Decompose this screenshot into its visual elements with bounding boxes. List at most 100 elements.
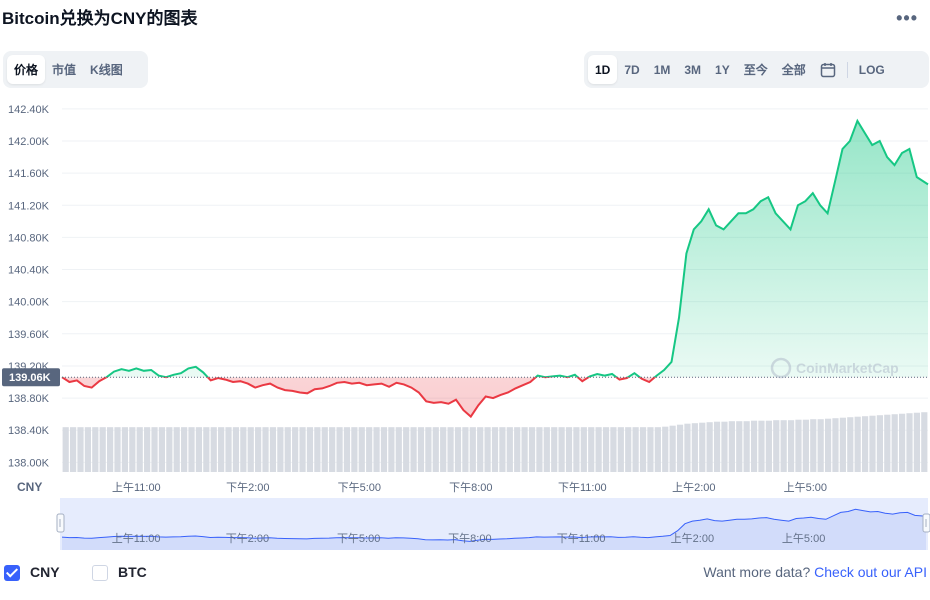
volume-bar bbox=[292, 427, 299, 472]
watermark-text: CoinMarketCap bbox=[796, 360, 899, 376]
volume-bar bbox=[417, 427, 425, 472]
price-chart[interactable]: 142.40K 142.00K 141.60K 141.20K 140.80K 140.4… bbox=[0, 96, 930, 496]
volume-bar bbox=[595, 427, 602, 472]
volume-bar bbox=[432, 427, 439, 472]
navigator-tick-label: 下午2:00 bbox=[226, 532, 269, 545]
volume-bar bbox=[188, 427, 195, 472]
volume-bar bbox=[728, 421, 735, 472]
range-3m[interactable]: 3M bbox=[677, 55, 708, 84]
volume-bar bbox=[765, 420, 772, 472]
volume-bar bbox=[617, 427, 624, 472]
y-axis-label: CNY bbox=[17, 480, 42, 494]
volume-bar bbox=[284, 427, 291, 472]
chart-footer: CNY BTC Want more data? Check out our AP… bbox=[0, 560, 930, 588]
volume-bar bbox=[543, 427, 550, 472]
volume-bar bbox=[921, 412, 928, 472]
volume-bar bbox=[210, 427, 217, 472]
volume-bar bbox=[203, 427, 210, 472]
range-ytd[interactable]: 至今 bbox=[737, 55, 775, 84]
log-toggle[interactable]: LOG bbox=[852, 55, 892, 84]
volume-bar bbox=[625, 427, 632, 472]
volume-bar bbox=[588, 427, 595, 472]
range-all[interactable]: 全部 bbox=[775, 55, 813, 84]
volume-bar bbox=[336, 427, 343, 472]
volume-bar bbox=[410, 427, 417, 472]
volume-bar bbox=[173, 427, 180, 472]
calendar-icon[interactable] bbox=[813, 55, 843, 84]
volume-bar bbox=[62, 427, 69, 472]
y-tick-label: 140.40K bbox=[8, 265, 50, 277]
volume-bar bbox=[181, 427, 188, 472]
api-link[interactable]: Check out our API bbox=[814, 564, 927, 580]
volume-bar bbox=[351, 427, 358, 472]
volume-bar bbox=[395, 427, 402, 472]
range-1d[interactable]: 1D bbox=[588, 55, 618, 84]
volume-bar bbox=[240, 427, 247, 472]
baseline-label: 139.06K bbox=[9, 372, 51, 384]
tab-candlestick[interactable]: K线图 bbox=[83, 55, 130, 84]
volume-bar bbox=[321, 427, 328, 472]
volume-bar bbox=[447, 427, 454, 472]
volume-bar bbox=[358, 427, 365, 472]
volume-bar bbox=[506, 427, 513, 472]
currency-checkbox-cny[interactable] bbox=[4, 565, 20, 581]
volume-bar bbox=[499, 427, 506, 472]
tab-market-cap[interactable]: 市值 bbox=[45, 55, 83, 84]
navigator-tick-label: 上午11:00 bbox=[112, 532, 161, 545]
volume-bar bbox=[269, 427, 277, 472]
volume-bar bbox=[477, 427, 484, 472]
volume-bar bbox=[906, 413, 913, 472]
volume-bar bbox=[802, 419, 809, 472]
volume-bar bbox=[151, 427, 158, 472]
volume-bar bbox=[551, 427, 558, 472]
volume-bar bbox=[654, 427, 661, 472]
volume-bar bbox=[699, 422, 706, 472]
volume-bar bbox=[343, 427, 351, 472]
volume-bar bbox=[839, 417, 846, 472]
volume-bar bbox=[440, 427, 447, 472]
volume-bar bbox=[787, 420, 795, 472]
y-tick-label: 140.00K bbox=[8, 297, 50, 309]
volume-bar bbox=[847, 417, 854, 472]
volume-bar bbox=[84, 427, 92, 472]
range-tabs: 1D 7D 1M 3M 1Y 至今 全部 LOG bbox=[584, 51, 929, 88]
y-tick-label: 139.60K bbox=[8, 329, 50, 341]
volume-bar bbox=[232, 427, 240, 472]
range-navigator[interactable]: 上午11:00 下午2:00 下午5:00 下午8:00 下午11:00 上午2:00 上午… bbox=[0, 498, 930, 553]
volume-bar bbox=[861, 416, 869, 472]
volume-bar bbox=[691, 423, 698, 472]
x-tick-label: 下午2:00 bbox=[226, 481, 269, 494]
more-options-icon[interactable]: ••• bbox=[896, 8, 918, 29]
volume-bar bbox=[669, 425, 676, 472]
volume-bar bbox=[810, 419, 817, 472]
range-1y[interactable]: 1Y bbox=[708, 55, 737, 84]
divider bbox=[846, 61, 848, 78]
y-tick-label: 141.20K bbox=[8, 200, 50, 212]
volume-bar bbox=[491, 427, 499, 472]
more-data-prompt: Want more data? bbox=[703, 564, 811, 580]
volume-bar bbox=[114, 427, 121, 472]
range-1m[interactable]: 1M bbox=[647, 55, 678, 84]
x-tick-label: 下午11:00 bbox=[558, 481, 607, 494]
volume-bar bbox=[580, 427, 587, 472]
volume-bar bbox=[195, 427, 203, 472]
volume-bar bbox=[639, 427, 647, 472]
x-tick-label: 上午2:00 bbox=[672, 481, 715, 494]
volume-bar bbox=[758, 420, 765, 472]
currency-checkbox-btc[interactable] bbox=[92, 565, 108, 581]
volume-bar bbox=[528, 427, 536, 472]
volume-bar bbox=[484, 427, 491, 472]
y-tick-label: 142.40K bbox=[8, 104, 50, 116]
volume-bar bbox=[121, 427, 129, 472]
volume-bar bbox=[144, 427, 151, 472]
navigator-tick-label: 上午2:00 bbox=[671, 532, 714, 545]
volume-bar bbox=[898, 413, 906, 472]
volume-bar bbox=[225, 427, 232, 472]
more-data-text: Want more data? Check out our API bbox=[703, 564, 927, 580]
volume-bar bbox=[565, 427, 573, 472]
tab-price[interactable]: 价格 bbox=[7, 55, 46, 84]
volume-bar bbox=[750, 420, 758, 472]
volume-bar bbox=[92, 427, 99, 472]
navigator-tick-label: 下午11:00 bbox=[557, 532, 606, 545]
range-7d[interactable]: 7D bbox=[617, 55, 646, 84]
